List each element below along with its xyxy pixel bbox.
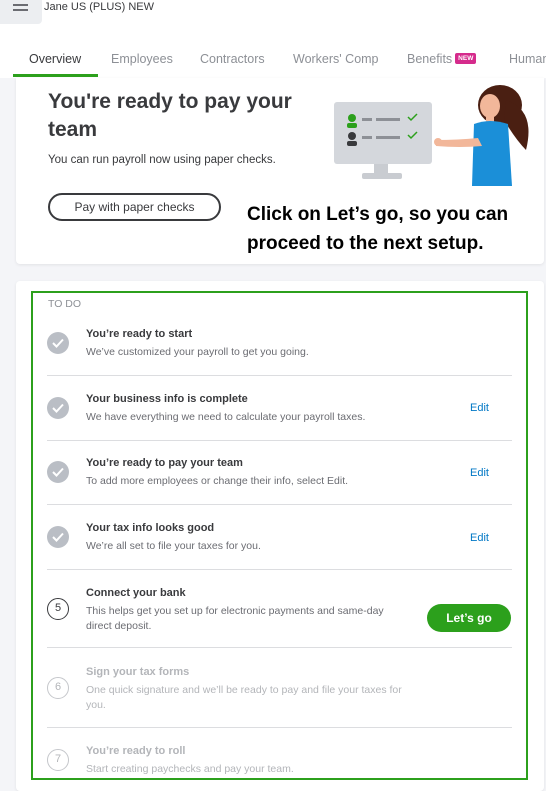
edit-tax-info-link[interactable]: Edit xyxy=(470,532,489,544)
pay-with-paper-checks-button[interactable]: Pay with paper checks xyxy=(48,193,221,221)
todo-header: TO DO xyxy=(48,298,82,310)
hamburger-menu-icon[interactable] xyxy=(0,0,42,24)
new-badge: NEW xyxy=(455,53,477,65)
step-number-icon: 6 xyxy=(47,677,69,699)
todo-item-desc: We’ve customized your payroll to get you… xyxy=(86,346,309,358)
todo-item-desc: One quick signature and we’ll be ready t… xyxy=(86,684,402,711)
checkmark-icon xyxy=(47,461,69,483)
active-tab-indicator xyxy=(13,74,98,77)
hero-title: You're ready to pay your team xyxy=(48,90,292,141)
checkmark-icon xyxy=(47,332,69,354)
todo-item-title: Sign your tax forms xyxy=(86,666,190,678)
todo-item-title: Your business info is complete xyxy=(86,393,248,405)
todo-item-title: You’re ready to pay your team xyxy=(86,457,243,469)
todo-item-desc: Start creating paychecks and pay your te… xyxy=(86,763,294,775)
step-number-icon: 5 xyxy=(47,598,69,620)
todo-item-desc: We’re all set to file your taxes for you… xyxy=(86,540,261,552)
todo-item-title: You’re ready to roll xyxy=(86,745,186,757)
tab-benefits-label: Benefits xyxy=(407,52,453,66)
checkmark-icon xyxy=(47,526,69,548)
instruction-annotation: Click on Let’s go, so you can proceed to… xyxy=(247,204,509,254)
payroll-illustration-icon xyxy=(334,85,529,186)
top-bar: Jane US (PLUS) NEW xyxy=(0,0,546,40)
todo-item-desc: To add more employees or change their in… xyxy=(86,475,349,487)
divider xyxy=(47,440,512,441)
tab-human[interactable]: Human xyxy=(509,52,546,66)
todo-item-desc: We have everything we need to calculate … xyxy=(86,411,366,423)
divider xyxy=(47,647,512,648)
tab-workers-comp[interactable]: Workers' Comp xyxy=(293,52,379,66)
tab-bar: Overview Employees Contractors Workers' … xyxy=(0,40,546,78)
todo-item-desc: This helps get you set up for electronic… xyxy=(86,605,384,632)
divider xyxy=(47,569,512,570)
tab-benefits[interactable]: Benefits NEW xyxy=(407,52,477,66)
edit-business-info-link[interactable]: Edit xyxy=(470,402,489,414)
tab-contractors[interactable]: Contractors xyxy=(200,52,265,66)
todo-item-title: Connect your bank xyxy=(86,587,186,599)
todo-item-title: Your tax info looks good xyxy=(86,522,215,534)
hero-subtitle: You can run payroll now using paper chec… xyxy=(48,154,276,166)
divider xyxy=(47,375,512,376)
tab-employees[interactable]: Employees xyxy=(111,52,173,66)
step-number-icon: 7 xyxy=(47,749,69,771)
checkmark-icon xyxy=(47,397,69,419)
tab-overview[interactable]: Overview xyxy=(29,52,81,66)
company-name: Jane US (PLUS) NEW xyxy=(44,1,155,13)
divider xyxy=(47,504,512,505)
lets-go-button[interactable]: Let’s go xyxy=(427,604,511,632)
edit-team-link[interactable]: Edit xyxy=(470,467,489,479)
todo-item-title: You’re ready to start xyxy=(86,328,193,340)
divider xyxy=(47,727,512,728)
